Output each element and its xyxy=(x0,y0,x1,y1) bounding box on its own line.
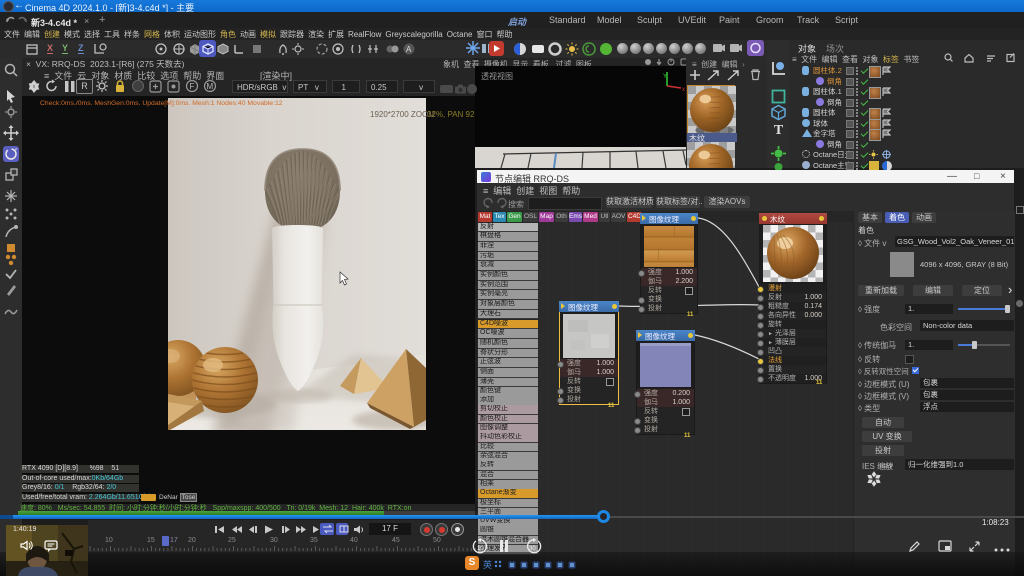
svg-text:Y: Y xyxy=(663,74,667,80)
svg-text:10: 10 xyxy=(477,546,484,552)
svg-text:30: 30 xyxy=(529,546,536,552)
svg-text:M: M xyxy=(207,82,214,91)
svg-text:F: F xyxy=(190,82,195,91)
svg-text:A: A xyxy=(406,45,412,54)
svg-text:x: x xyxy=(682,87,685,92)
